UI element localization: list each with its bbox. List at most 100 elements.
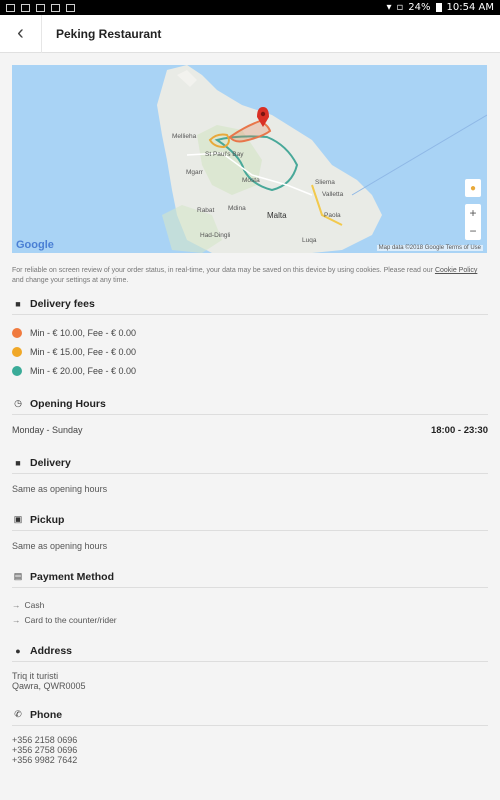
back-arrow-icon: ‹ bbox=[17, 22, 24, 44]
location-pin-icon: ● bbox=[15, 645, 21, 656]
arrow-right-icon: → bbox=[12, 614, 21, 625]
phone-number[interactable]: +356 2158 0696 bbox=[12, 735, 488, 745]
map-label-st-pauls-bay: St Paul's Bay bbox=[205, 151, 244, 158]
status-icons-right: ▾ ▫ 24% 10:54 AM bbox=[386, 2, 494, 13]
hours-days: Monday - Sunday bbox=[12, 425, 83, 435]
cookie-text-before: For reliable on screen review of your or… bbox=[12, 267, 435, 274]
section-header: ◷ Opening Hours bbox=[12, 393, 488, 415]
section-title: Phone bbox=[30, 708, 63, 721]
opening-hours-section: ◷ Opening Hours Monday - Sunday 18:00 - … bbox=[12, 393, 488, 439]
map-label-rabat: Rabat bbox=[197, 207, 215, 214]
hours-row: Monday - Sunday 18:00 - 23:30 bbox=[12, 421, 488, 439]
map-label-malta: Malta bbox=[267, 211, 287, 220]
notification-icon bbox=[51, 3, 60, 12]
map-label-luqa: Luqa bbox=[302, 237, 317, 244]
delivery-fees-section: ■ Delivery fees Min - € 10.00, Fee - € 0… bbox=[12, 293, 488, 380]
restaurant-info[interactable]: Mellieha St Paul's Bay Mgarr Mosta Rabat… bbox=[0, 53, 500, 800]
street-view-pegman-icon[interactable]: ● bbox=[465, 179, 481, 197]
map-label-mdina: Mdina bbox=[228, 205, 246, 212]
phone-number[interactable]: +356 9982 7642 bbox=[12, 755, 488, 765]
payment-text: Card to the counter/rider bbox=[24, 614, 117, 625]
section-title: Payment Method bbox=[30, 570, 115, 583]
payment-item: → Card to the counter/rider bbox=[12, 612, 488, 627]
map-label-mosta: Mosta bbox=[242, 177, 260, 184]
section-title: Opening Hours bbox=[30, 397, 106, 410]
address-line-2: Qawra, QWR0005 bbox=[12, 681, 86, 691]
map-label-paola: Paola bbox=[324, 212, 341, 219]
section-header: ✆ Phone bbox=[12, 704, 488, 726]
zoom-controls: + − bbox=[465, 204, 481, 240]
battery-icon bbox=[435, 3, 442, 12]
arrow-right-icon: → bbox=[12, 599, 21, 610]
fee-color-dot bbox=[12, 346, 22, 357]
map-label-valletta: Valletta bbox=[322, 191, 344, 198]
map-graphic bbox=[157, 65, 487, 253]
map-credit[interactable]: Map data ©2018 Google Terms of Use bbox=[376, 245, 483, 251]
section-title: Delivery bbox=[30, 456, 71, 469]
hours-time: 18:00 - 23:30 bbox=[430, 424, 488, 436]
phone-list: +356 2158 0696 +356 2758 0696 +356 9982 … bbox=[12, 735, 488, 765]
payment-text: Cash bbox=[24, 599, 45, 610]
payment-item: → Cash bbox=[12, 597, 488, 612]
fee-text: Min - € 10.00, Fee - € 0.00 bbox=[30, 327, 137, 338]
payment-icon: ▤ bbox=[13, 571, 23, 581]
map-label-had-dingli: Had-Dingli bbox=[200, 232, 231, 239]
page-title: Peking Restaurant bbox=[56, 26, 162, 41]
map-label-mellieha: Mellieha bbox=[172, 133, 197, 140]
delivery-truck-icon: ■ bbox=[15, 298, 21, 309]
marker-dot bbox=[260, 111, 266, 117]
wifi-icon: ▾ bbox=[386, 2, 392, 13]
google-logo: Google bbox=[16, 239, 54, 251]
cookie-notice: For reliable on screen review of your or… bbox=[12, 266, 487, 286]
zoom-out-button[interactable]: − bbox=[469, 224, 476, 238]
delivery-truck-icon: ■ bbox=[15, 457, 21, 468]
cookie-policy-link[interactable]: Cookie Policy bbox=[435, 267, 477, 274]
payment-list: → Cash → Card to the counter/rider bbox=[12, 597, 488, 627]
fee-text: Min - € 20.00, Fee - € 0.00 bbox=[30, 365, 137, 376]
fee-text: Min - € 15.00, Fee - € 0.00 bbox=[30, 346, 137, 357]
status-bar: ▾ ▫ 24% 10:54 AM bbox=[0, 0, 500, 15]
delivery-section: ■ Delivery Same as opening hours bbox=[12, 452, 488, 494]
shopping-bag-icon: ▣ bbox=[13, 514, 23, 524]
map-label-sliema: Sliema bbox=[315, 179, 335, 186]
app-bar: ‹ Peking Restaurant bbox=[0, 14, 500, 53]
notification-icon bbox=[36, 3, 45, 12]
clock: 10:54 AM bbox=[446, 2, 494, 13]
battery-percent: 24% bbox=[408, 2, 431, 13]
section-title: Pickup bbox=[30, 513, 65, 526]
notification-icon bbox=[21, 3, 30, 12]
fee-item: Min - € 20.00, Fee - € 0.00 bbox=[12, 361, 488, 380]
phone-number[interactable]: +356 2758 0696 bbox=[12, 745, 488, 755]
section-header: ■ Delivery bbox=[12, 452, 488, 474]
section-header: ■ Delivery fees bbox=[12, 293, 488, 315]
address-lines: Triq it turisti Qawra, QWR0005 bbox=[12, 671, 488, 691]
phone-section: ✆ Phone +356 2158 0696 +356 2758 0696 +3… bbox=[12, 704, 488, 765]
section-header: ● Address bbox=[12, 640, 488, 662]
fee-color-dot bbox=[12, 327, 22, 338]
fees-list: Min - € 10.00, Fee - € 0.00 Min - € 15.0… bbox=[12, 315, 488, 380]
cookie-text-after: and change your settings at any time. bbox=[12, 277, 129, 284]
fee-color-dot bbox=[12, 365, 22, 376]
fee-item: Min - € 15.00, Fee - € 0.00 bbox=[12, 342, 488, 361]
status-icons-left bbox=[6, 3, 75, 12]
payment-section: ▤ Payment Method → Cash → Card to the co… bbox=[12, 566, 488, 627]
section-header: ▤ Payment Method bbox=[12, 566, 488, 588]
section-title: Address bbox=[30, 644, 73, 657]
map-label-mgarr: Mgarr bbox=[186, 169, 203, 176]
pickup-section: ▣ Pickup Same as opening hours bbox=[12, 509, 488, 551]
section-title: Delivery fees bbox=[30, 297, 95, 310]
clock-icon: ◷ bbox=[14, 398, 22, 408]
no-sim-icon: ▫ bbox=[396, 2, 404, 13]
section-header: ▣ Pickup bbox=[12, 509, 488, 531]
phone-icon: ✆ bbox=[14, 709, 22, 719]
pickup-text: Same as opening hours bbox=[12, 541, 108, 551]
fee-item: Min - € 10.00, Fee - € 0.00 bbox=[12, 323, 488, 342]
address-line-1: Triq it turisti bbox=[12, 671, 59, 681]
zoom-in-button[interactable]: + bbox=[469, 206, 476, 220]
delivery-text: Same as opening hours bbox=[12, 484, 108, 494]
notification-icon bbox=[66, 3, 75, 12]
back-button[interactable]: ‹ bbox=[0, 14, 42, 53]
delivery-map[interactable]: Mellieha St Paul's Bay Mgarr Mosta Rabat… bbox=[12, 65, 487, 253]
address-section: ● Address Triq it turisti Qawra, QWR0005 bbox=[12, 640, 488, 691]
notification-icon bbox=[6, 3, 15, 12]
